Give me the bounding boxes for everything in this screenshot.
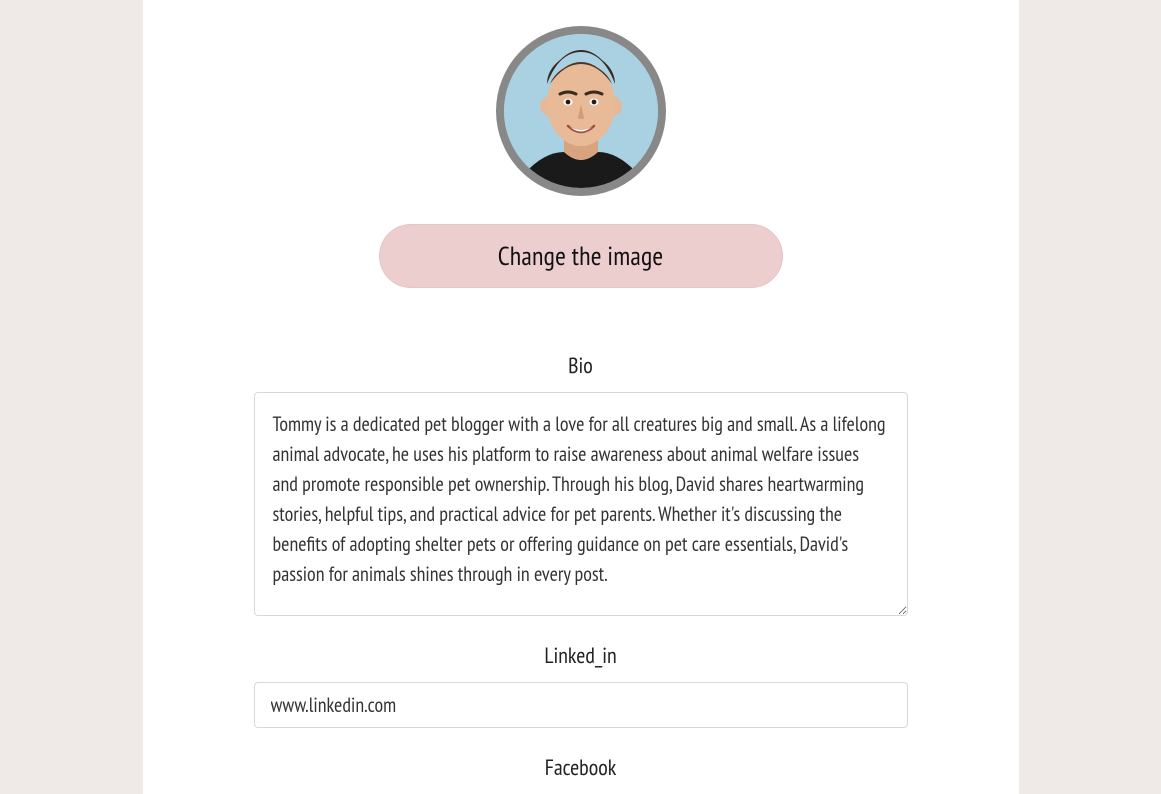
facebook-label: Facebook [545, 754, 617, 782]
change-image-button[interactable]: Change the image [379, 224, 783, 288]
avatar-image [504, 34, 658, 188]
profile-edit-card: Change the image Bio Linked_in Facebook [143, 0, 1019, 794]
profile-form: Bio Linked_in Facebook [254, 352, 908, 794]
avatar [496, 26, 666, 196]
linkedin-label: Linked_in [544, 642, 616, 670]
bio-label: Bio [568, 352, 593, 380]
change-image-row: Change the image [143, 224, 1019, 288]
linkedin-input[interactable] [254, 682, 908, 728]
bio-textarea[interactable] [254, 392, 908, 616]
avatar-container [143, 26, 1019, 196]
